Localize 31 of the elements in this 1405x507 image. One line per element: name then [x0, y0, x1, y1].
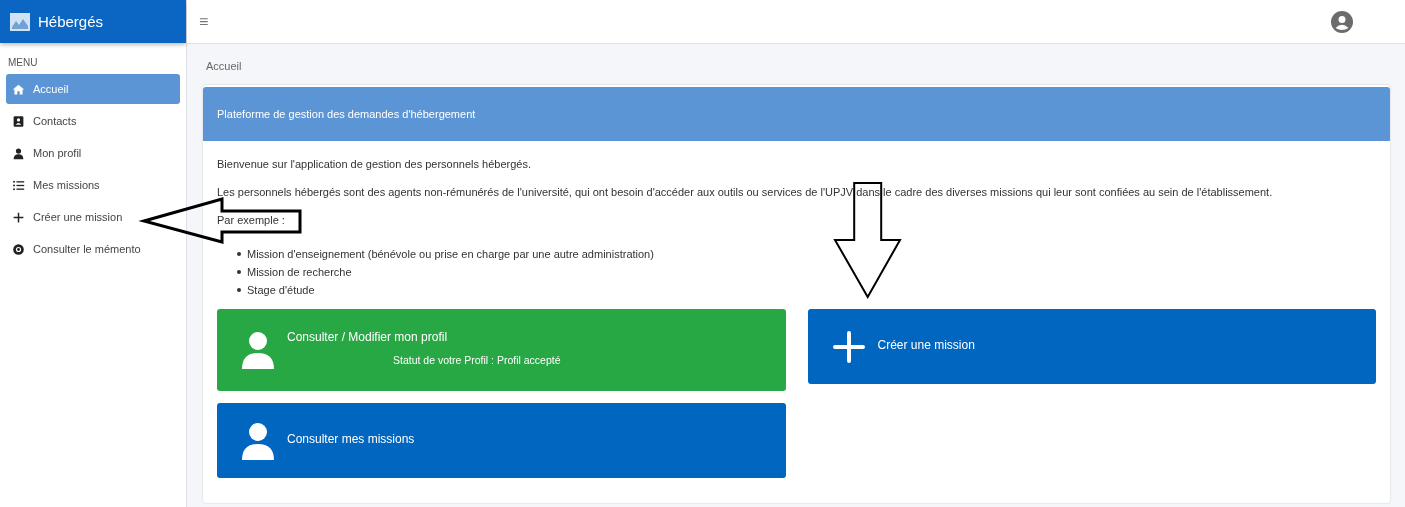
- paragraph: Bienvenue sur l'application de gestion des personnels hébergés.: [217, 157, 532, 171]
- sidebar-item[interactable]: Mon profil: [6, 138, 180, 168]
- bullet-icon: [237, 288, 241, 292]
- list-item: Mission d'enseignement (bénévole ou prise en charge par une autre administration): [247, 247, 654, 262]
- menu-toggle[interactable]: ≡: [199, 12, 209, 31]
- tile-button[interactable]: Consulter mes missions: [217, 403, 786, 478]
- home-icon: [12, 82, 25, 96]
- bullet-icon: [237, 270, 241, 274]
- logo-icon: [10, 12, 30, 31]
- list-item: Stage d'étude: [247, 283, 315, 298]
- sidebar-item[interactable]: Contacts: [6, 106, 180, 136]
- person-icon: [241, 421, 275, 460]
- list-icon: [12, 178, 25, 192]
- plus-icon: [12, 210, 25, 224]
- card-header: Plateforme de gestion des demandes d'hébergement: [203, 87, 1390, 141]
- user-avatar-icon[interactable]: [1331, 10, 1353, 33]
- app-title: Hébergés: [38, 13, 104, 30]
- sidebar-item[interactable]: Mes missions: [6, 170, 180, 200]
- sidebar-item[interactable]: Créer une mission: [6, 202, 180, 232]
- list-item: Mission de recherche: [247, 265, 352, 280]
- contact-card-icon: [12, 114, 25, 128]
- paragraph: Les personnels hébergés sont des agents non-rémunérés de l'université, qui ont besoin d'accéder aux outils ou services de l'UPJV dans le cadre des diverses missions qui leur sont confiées au sein de l'établissement.: [217, 185, 1274, 199]
- person-icon: [12, 146, 25, 160]
- bullet-icon: [237, 252, 241, 256]
- examples-label: Par exemple :: [217, 213, 285, 227]
- tile-button[interactable]: Créer une mission: [807, 309, 1376, 384]
- sidebar-item[interactable]: Consulter le mémento: [6, 234, 180, 264]
- menu-heading: MENU: [7, 56, 39, 70]
- eye-icon: [12, 242, 25, 256]
- person-icon: [241, 331, 275, 369]
- breadcrumb: Accueil: [206, 60, 242, 72]
